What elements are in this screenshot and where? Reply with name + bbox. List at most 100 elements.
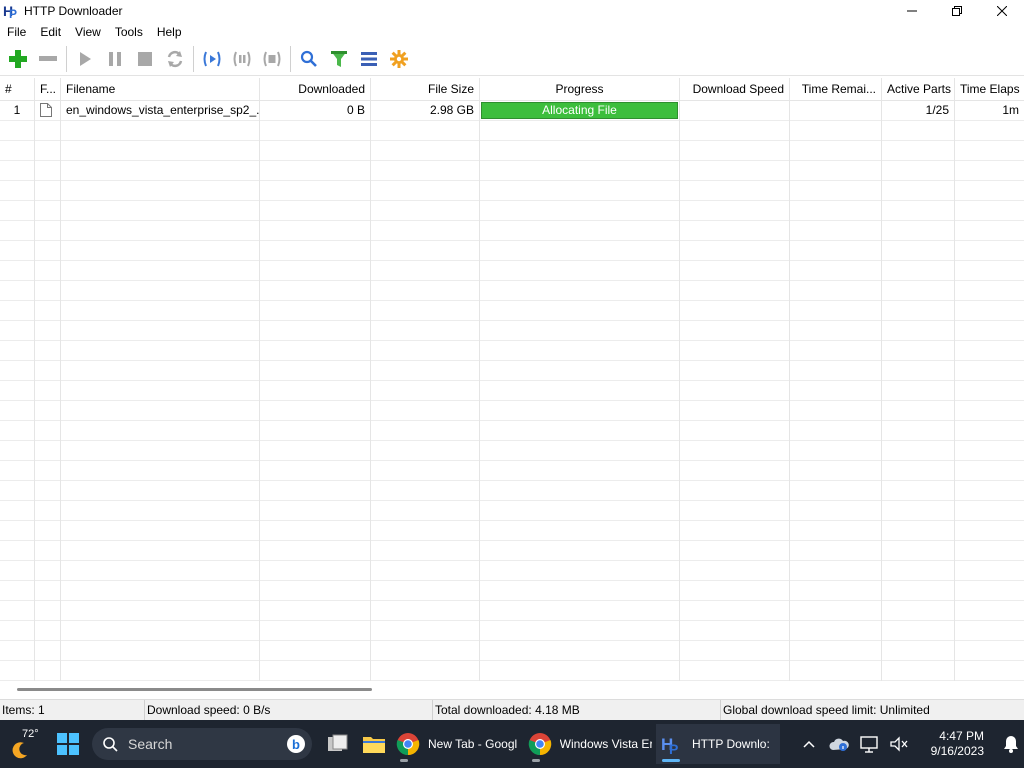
table-header: # F... Filename Downloaded File Size Pro…	[0, 78, 1024, 101]
empty-cell	[61, 581, 260, 601]
empty-cell	[371, 441, 480, 461]
column-header-file-size[interactable]: File Size	[371, 78, 480, 101]
empty-cell	[371, 541, 480, 561]
search-button[interactable]	[294, 44, 324, 74]
taskbar-app-chrome-newtab[interactable]: New Tab - Googl	[392, 724, 524, 764]
file-type-cell	[35, 101, 61, 121]
empty-cell	[790, 561, 882, 581]
add-icon	[9, 49, 27, 68]
menu-tools[interactable]: Tools	[108, 25, 150, 39]
column-header-active-parts[interactable]: Active Parts	[882, 78, 955, 101]
notifications-button[interactable]	[998, 724, 1024, 764]
empty-cell	[680, 661, 790, 681]
progress-bar: Allocating File	[481, 102, 678, 119]
taskbar-search[interactable]: Search b	[92, 728, 312, 760]
empty-cell	[790, 221, 882, 241]
empty-cell	[480, 521, 680, 541]
menu-edit[interactable]: Edit	[33, 25, 68, 39]
cloud-info-icon	[829, 738, 849, 751]
empty-cell	[480, 561, 680, 581]
empty-cell	[882, 301, 955, 321]
pause-all-button[interactable]	[227, 44, 257, 74]
stop-all-button[interactable]	[257, 44, 287, 74]
empty-cell	[260, 661, 371, 681]
downloaded-cell: 0 B	[260, 101, 371, 121]
filter-button[interactable]	[324, 44, 354, 74]
empty-cell	[61, 261, 260, 281]
empty-cell	[882, 481, 955, 501]
column-header-time-remaining[interactable]: Time Remai...	[790, 78, 882, 101]
column-header-number[interactable]: #	[0, 78, 35, 101]
remove-download-button[interactable]	[33, 44, 63, 74]
toolbar-separator	[193, 45, 194, 72]
horizontal-scrollbar[interactable]	[0, 681, 1024, 698]
task-view-button[interactable]	[320, 724, 356, 764]
empty-cell	[955, 301, 1024, 321]
empty-cell	[480, 121, 680, 141]
restore-button[interactable]	[934, 0, 979, 22]
taskbar-app-http-downloader[interactable]: HP HTTP Downlo:	[656, 724, 780, 764]
column-header-filename[interactable]: Filename	[61, 78, 260, 101]
empty-cell	[882, 181, 955, 201]
empty-cell	[260, 241, 371, 261]
empty-cell	[371, 481, 480, 501]
close-button[interactable]	[979, 0, 1024, 22]
start-button[interactable]	[50, 724, 86, 764]
file-explorer-button[interactable]	[356, 724, 392, 764]
add-download-button[interactable]	[3, 44, 33, 74]
empty-cell	[680, 461, 790, 481]
empty-cell	[260, 301, 371, 321]
column-header-time-elapsed[interactable]: Time Elaps	[955, 78, 1024, 101]
onedrive-button[interactable]	[824, 724, 854, 764]
empty-cell	[0, 501, 35, 521]
empty-cell	[882, 661, 955, 681]
svg-text:P: P	[9, 7, 17, 19]
menu-file[interactable]: File	[0, 25, 33, 39]
table-row[interactable]: 1 en_windows_vista_enterprise_sp2_... 0 …	[0, 101, 1024, 121]
stop-button[interactable]	[130, 44, 160, 74]
empty-cell	[371, 321, 480, 341]
empty-cell	[0, 621, 35, 641]
restart-button[interactable]	[160, 44, 190, 74]
taskbar-app-chrome-vista[interactable]: Windows Vista Er	[524, 724, 656, 764]
menu-help[interactable]: Help	[150, 25, 189, 39]
empty-cell	[680, 301, 790, 321]
empty-cell	[680, 381, 790, 401]
network-button[interactable]	[854, 724, 884, 764]
scrollbar-thumb[interactable]	[17, 688, 372, 691]
options-button[interactable]	[384, 44, 414, 74]
empty-cell	[680, 321, 790, 341]
queue-button[interactable]	[354, 44, 384, 74]
empty-cell	[680, 421, 790, 441]
empty-cell	[371, 181, 480, 201]
pause-button[interactable]	[100, 44, 130, 74]
column-header-download-speed[interactable]: Download Speed	[680, 78, 790, 101]
empty-cell	[955, 381, 1024, 401]
empty-cell	[882, 221, 955, 241]
empty-cell	[955, 481, 1024, 501]
empty-row	[0, 281, 1024, 301]
volume-button[interactable]	[884, 724, 914, 764]
clock[interactable]: 4:47 PM 9/16/2023	[914, 729, 984, 759]
empty-row	[0, 381, 1024, 401]
menu-view[interactable]: View	[68, 25, 108, 39]
column-header-downloaded[interactable]: Downloaded	[260, 78, 371, 101]
empty-row	[0, 461, 1024, 481]
empty-row	[0, 481, 1024, 501]
empty-cell	[790, 541, 882, 561]
toolbar-separator	[66, 45, 67, 72]
empty-cell	[35, 581, 61, 601]
empty-cell	[61, 661, 260, 681]
weather-moon-icon	[12, 742, 27, 759]
start-all-button[interactable]	[197, 44, 227, 74]
minimize-button[interactable]	[889, 0, 934, 22]
start-button[interactable]	[70, 44, 100, 74]
column-header-file-type[interactable]: F...	[35, 78, 61, 101]
empty-cell	[882, 601, 955, 621]
show-hidden-icons-button[interactable]	[794, 724, 824, 764]
empty-cell	[61, 621, 260, 641]
column-header-progress[interactable]: Progress	[480, 78, 680, 101]
empty-cell	[0, 141, 35, 161]
empty-cell	[35, 541, 61, 561]
weather-widget[interactable]: 72°	[0, 720, 50, 768]
